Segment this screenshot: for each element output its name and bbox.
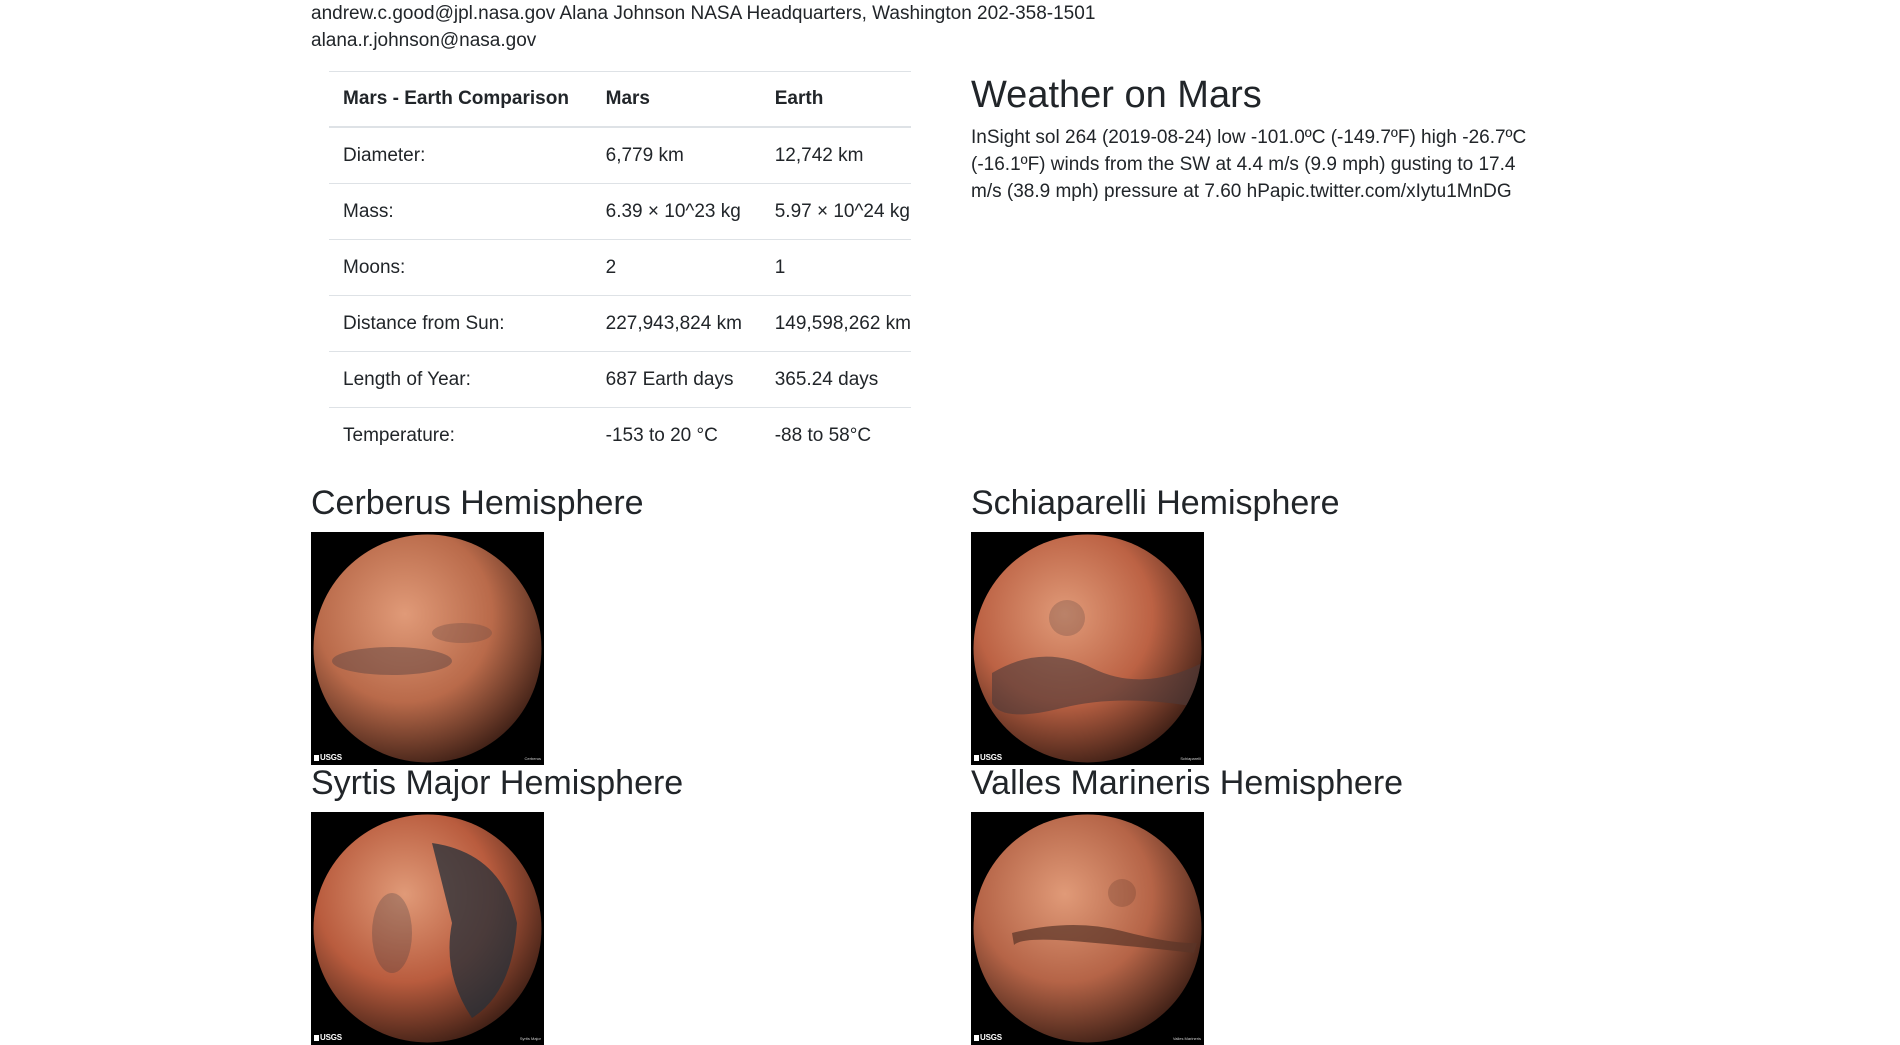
table-row: Length of Year: 687 Earth days 365.24 da… bbox=[329, 351, 911, 408]
contact-info: andrew.c.good@jpl.nasa.gov Alana Johnson… bbox=[311, 0, 1211, 54]
row-label: Moons: bbox=[329, 239, 592, 296]
hemisphere-image[interactable]: USGS Syrtis Major bbox=[311, 812, 544, 1045]
mars-globe-image bbox=[972, 533, 1203, 764]
earth-value: 365.24 days bbox=[760, 351, 911, 408]
column-header-comparison: Mars - Earth Comparison bbox=[329, 71, 592, 128]
hemisphere-card-schiaparelli: Schiaparelli Hemisphere USGS Schiaparell… bbox=[971, 481, 1571, 765]
earth-value: 1 bbox=[760, 239, 911, 296]
mars-value: -153 to 20 °C bbox=[591, 407, 761, 463]
table-row: Mass: 6.39 × 10^23 kg 5.97 × 10^24 kg bbox=[329, 183, 911, 240]
table-row: Diameter: 6,779 km 12,742 km bbox=[329, 126, 911, 184]
hemisphere-image[interactable]: USGS Schiaparelli bbox=[971, 532, 1204, 765]
mars-value: 2 bbox=[591, 239, 761, 296]
column-header-mars: Mars bbox=[591, 71, 761, 128]
earth-value: 149,598,262 km bbox=[760, 295, 911, 352]
table-row: Distance from Sun: 227,943,824 km 149,59… bbox=[329, 295, 911, 352]
image-caption: Syrtis Major bbox=[519, 1036, 541, 1041]
hemisphere-image[interactable]: USGS Cerberus bbox=[311, 532, 544, 765]
mars-value: 6,779 km bbox=[591, 126, 761, 184]
mars-globe-image bbox=[312, 813, 543, 1044]
image-caption: Valles Marineris bbox=[1172, 1036, 1201, 1041]
hemisphere-card-syrtis-major: Syrtis Major Hemisphere USGS Syrtis Majo… bbox=[311, 761, 911, 1045]
mars-earth-comparison-table: Mars - Earth Comparison Mars Earth Diame… bbox=[329, 71, 911, 463]
hemisphere-card-valles-marineris: Valles Marineris Hemisphere USGS Valles … bbox=[971, 761, 1571, 1045]
contact-line-2: alana.r.johnson@nasa.gov bbox=[311, 30, 537, 51]
row-label: Temperature: bbox=[329, 407, 592, 463]
row-label: Diameter: bbox=[329, 126, 592, 184]
usgs-logo: USGS bbox=[314, 1033, 342, 1042]
hemisphere-card-cerberus: Cerberus Hemisphere USGS Cerberus bbox=[311, 481, 911, 765]
hemisphere-title: Schiaparelli Hemisphere bbox=[971, 484, 1340, 522]
earth-value: -88 to 58°C bbox=[760, 407, 911, 463]
hemisphere-title: Valles Marineris Hemisphere bbox=[971, 764, 1404, 802]
mars-value: 227,943,824 km bbox=[591, 295, 761, 352]
hemisphere-image[interactable]: USGS Valles Marineris bbox=[971, 812, 1204, 1045]
mars-value: 6.39 × 10^23 kg bbox=[591, 183, 761, 240]
mars-globe-image bbox=[972, 813, 1203, 1044]
table-row: Moons: 2 1 bbox=[329, 239, 911, 296]
hemisphere-title: Cerberus Hemisphere bbox=[311, 484, 644, 522]
weather-title: Weather on Mars bbox=[971, 74, 1262, 116]
hemisphere-title: Syrtis Major Hemisphere bbox=[311, 764, 684, 802]
mars-globe-image bbox=[312, 533, 543, 764]
column-header-earth: Earth bbox=[760, 71, 911, 128]
earth-value: 5.97 × 10^24 kg bbox=[760, 183, 911, 240]
table-header-row: Mars - Earth Comparison Mars Earth bbox=[329, 71, 911, 128]
earth-value: 12,742 km bbox=[760, 126, 911, 184]
usgs-logo: USGS bbox=[974, 1033, 1002, 1042]
row-label: Mass: bbox=[329, 183, 592, 240]
table-row: Temperature: -153 to 20 °C -88 to 58°C bbox=[329, 407, 911, 463]
row-label: Distance from Sun: bbox=[329, 295, 592, 352]
contact-line-1: andrew.c.good@jpl.nasa.gov Alana Johnson… bbox=[311, 3, 1096, 24]
row-label: Length of Year: bbox=[329, 351, 592, 408]
weather-report: InSight sol 264 (2019-08-24) low -101.0º… bbox=[971, 127, 1527, 202]
mars-value: 687 Earth days bbox=[591, 351, 761, 408]
